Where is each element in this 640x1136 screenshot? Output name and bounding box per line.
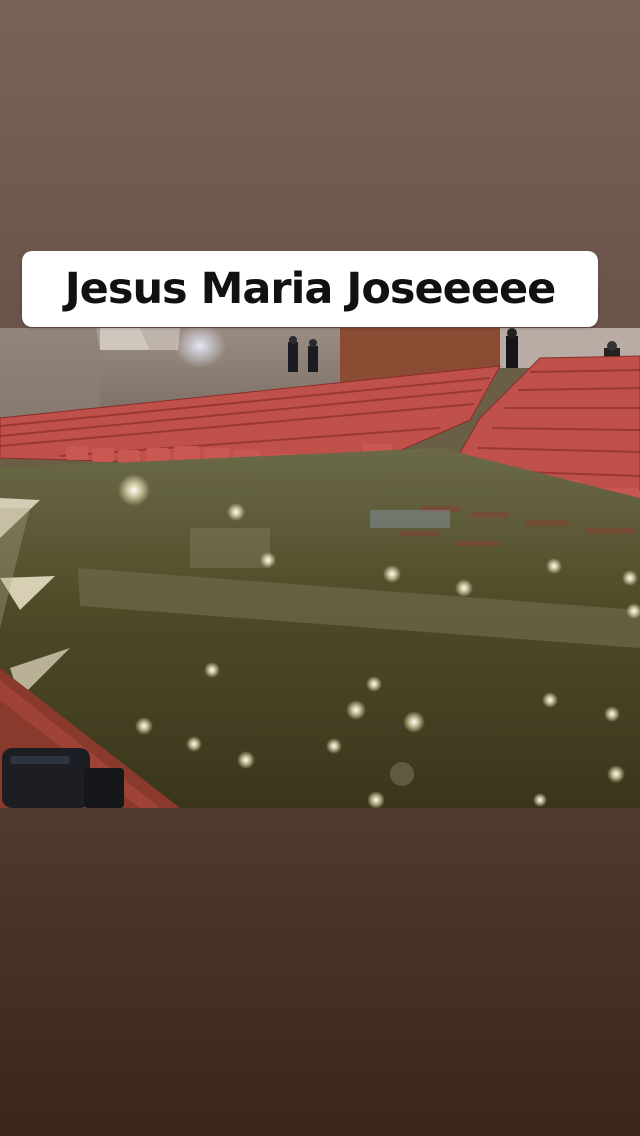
story-photo [0,328,640,808]
person [288,342,298,372]
caption-text: Jesus Maria Joseeeee [64,264,557,314]
person [308,346,318,372]
caption-sticker[interactable]: Jesus Maria Joseeeee [22,251,598,327]
flooded-auditorium-image [0,328,640,808]
